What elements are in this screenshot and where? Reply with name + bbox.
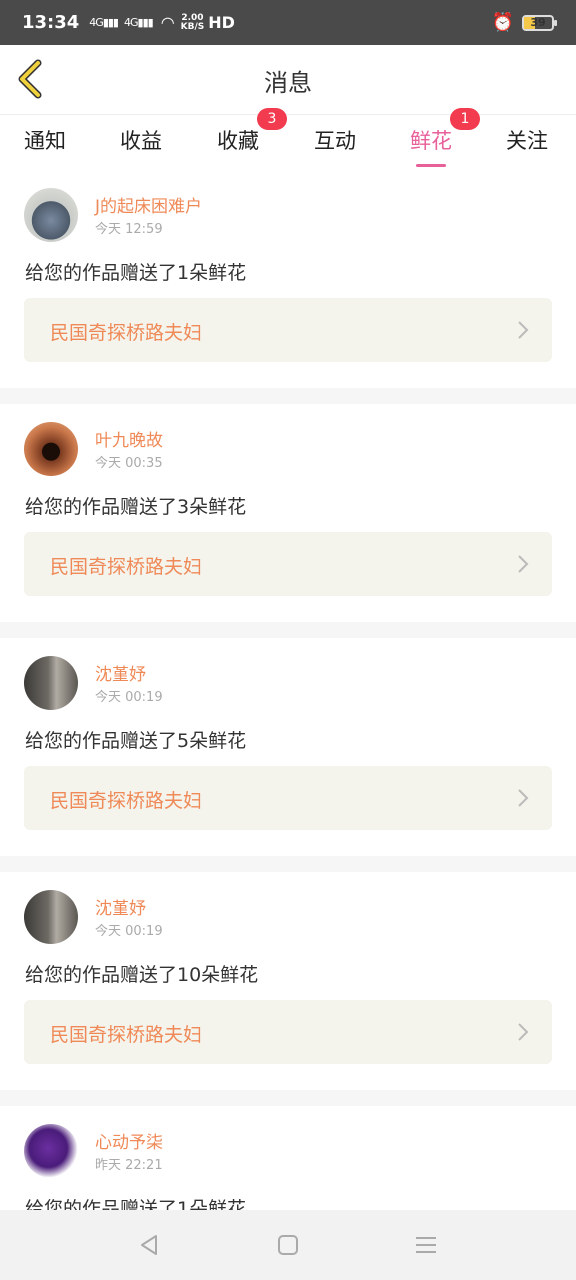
chevron-right-icon — [518, 1023, 529, 1041]
sender-name[interactable]: 叶九晚故 — [95, 426, 163, 451]
chevron-right-icon — [518, 555, 529, 573]
work-title: 民国奇探桥路夫妇 — [50, 322, 203, 344]
message-card[interactable]: 沈堇妤 今天 00:19 给您的作品赠送了10朵鲜花 民国奇探桥路夫妇 — [0, 872, 576, 1090]
message-time: 昨天 22:21 — [95, 1158, 163, 1173]
tab-interaction[interactable]: 互动 — [314, 125, 356, 155]
wifi-icon: ◠ — [160, 13, 175, 32]
avatar[interactable] — [24, 422, 78, 476]
tab-favorites[interactable]: 收藏 3 — [217, 108, 287, 155]
hd-indicator: HD — [208, 13, 235, 32]
active-tab-indicator — [416, 164, 446, 167]
menu-lines-icon[interactable] — [412, 1232, 440, 1258]
tab-label: 互动 — [314, 129, 356, 153]
home-square-icon[interactable] — [274, 1232, 302, 1258]
back-triangle-icon[interactable] — [136, 1232, 164, 1258]
signal-2-label: 4G — [124, 16, 138, 29]
work-link[interactable]: 民国奇探桥路夫妇 — [24, 1000, 552, 1064]
net-speed: 2.00 KB/S — [180, 13, 205, 32]
status-bar: 13:34 4G▮▮▮ 4G▮▮▮ ◠ 2.00 KB/S HD ⏰ 39 — [0, 0, 576, 45]
chevron-right-icon — [518, 789, 529, 807]
work-title: 民国奇探桥路夫妇 — [50, 556, 203, 578]
tab-label: 收益 — [120, 129, 162, 153]
work-link[interactable]: 民国奇探桥路夫妇 — [24, 298, 552, 362]
signal-1-label: 4G — [89, 16, 103, 29]
tab-notify[interactable]: 通知 — [24, 125, 66, 155]
battery-icon: 39 — [522, 14, 557, 31]
avatar[interactable] — [24, 188, 78, 242]
message-card[interactable]: 沈堇妤 今天 00:19 给您的作品赠送了5朵鲜花 民国奇探桥路夫妇 — [0, 638, 576, 856]
message-card[interactable]: 叶九晚故 今天 00:35 给您的作品赠送了3朵鲜花 民国奇探桥路夫妇 — [0, 404, 576, 622]
message-text: 给您的作品赠送了3朵鲜花 — [25, 496, 247, 518]
message-text: 给您的作品赠送了10朵鲜花 — [25, 964, 259, 986]
message-card[interactable]: J的起床困难户 今天 12:59 给您的作品赠送了1朵鲜花 民国奇探桥路夫妇 — [0, 170, 576, 388]
net-speed-unit: KB/S — [180, 21, 205, 32]
battery-level: 39 — [530, 16, 546, 29]
avatar[interactable] — [24, 890, 78, 944]
tab-flowers[interactable]: 鲜花 1 — [410, 108, 480, 167]
message-time: 今天 00:19 — [95, 690, 163, 705]
alarm-icon: ⏰ — [491, 12, 514, 33]
sender-name[interactable]: 心动予柒 — [95, 1128, 163, 1153]
message-time: 今天 00:19 — [95, 924, 163, 939]
work-link[interactable]: 民国奇探桥路夫妇 — [24, 766, 552, 830]
sender-name[interactable]: 沈堇妤 — [95, 894, 146, 919]
work-title: 民国奇探桥路夫妇 — [50, 1024, 203, 1046]
tab-bar: 通知 收益 收藏 3 互动 鲜花 1 关注 — [0, 108, 576, 170]
message-time: 今天 12:59 — [95, 222, 163, 237]
tab-income[interactable]: 收益 — [120, 125, 162, 155]
tab-follow[interactable]: 关注 — [506, 125, 548, 155]
header-bar: 消息 — [0, 45, 576, 115]
sender-name[interactable]: 沈堇妤 — [95, 660, 146, 685]
tab-label: 关注 — [506, 129, 548, 153]
tab-label: 收藏 — [217, 129, 259, 153]
system-nav-bar — [0, 1210, 576, 1280]
signal-2-icon: 4G▮▮▮ — [124, 16, 154, 29]
message-text: 给您的作品赠送了5朵鲜花 — [25, 730, 247, 752]
sender-name[interactable]: J的起床困难户 — [95, 192, 202, 217]
favorites-badge: 3 — [257, 108, 287, 130]
work-title: 民国奇探桥路夫妇 — [50, 790, 203, 812]
tab-label: 鲜花 — [410, 129, 452, 153]
avatar[interactable] — [24, 656, 78, 710]
status-time: 13:34 — [22, 12, 80, 33]
flowers-badge: 1 — [450, 108, 480, 130]
message-time: 今天 00:35 — [95, 456, 163, 471]
work-link[interactable]: 民国奇探桥路夫妇 — [24, 532, 552, 596]
signal-1-icon: 4G▮▮▮ — [89, 16, 119, 29]
page-title: 消息 — [264, 69, 312, 97]
message-text: 给您的作品赠送了1朵鲜花 — [25, 262, 247, 284]
chevron-right-icon — [518, 321, 529, 339]
tab-label: 通知 — [24, 129, 66, 153]
avatar[interactable] — [24, 1124, 78, 1178]
